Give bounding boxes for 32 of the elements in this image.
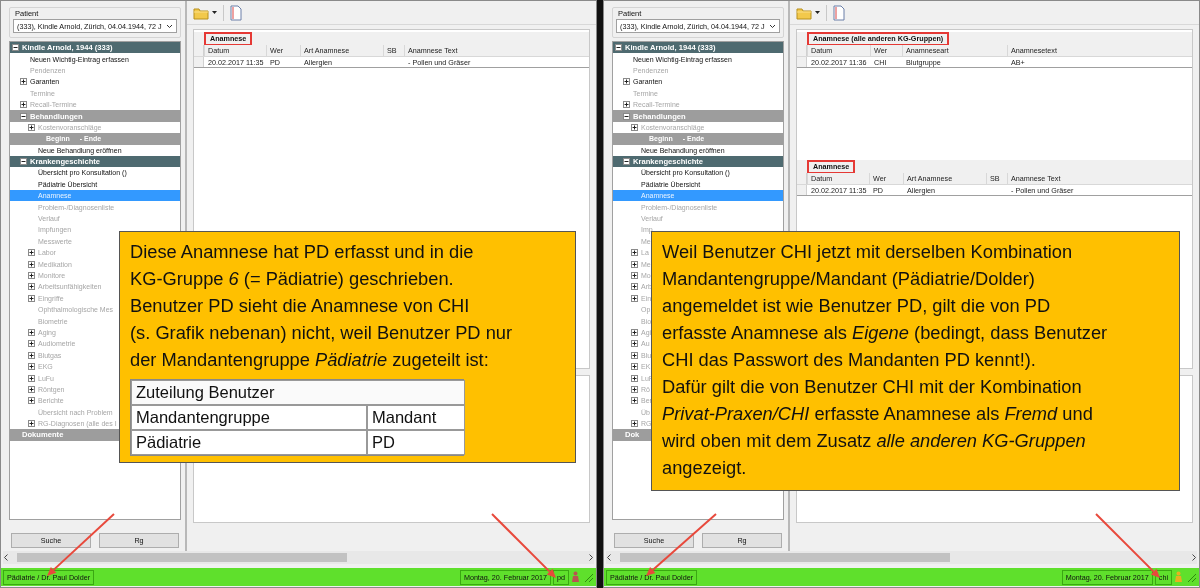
- caret-icon[interactable]: [212, 11, 217, 14]
- expand-icon[interactable]: [20, 78, 27, 86]
- resize-grip-icon[interactable]: [1185, 571, 1197, 583]
- horizontal-scrollbar[interactable]: [606, 551, 1197, 564]
- collapse-icon[interactable]: [615, 44, 622, 52]
- caret-icon[interactable]: [815, 11, 820, 14]
- scroll-left-icon[interactable]: [606, 554, 612, 561]
- horizontal-scrollbar[interactable]: [3, 551, 594, 564]
- scroll-right-icon[interactable]: [588, 554, 594, 561]
- table-cell: PD: [367, 430, 465, 455]
- collapse-icon[interactable]: [12, 44, 19, 52]
- arrow: [646, 513, 717, 576]
- document-icon[interactable]: [230, 4, 242, 21]
- collapse-icon[interactable]: [623, 158, 630, 166]
- collapse-icon[interactable]: [20, 112, 27, 120]
- column-header: Mandant: [367, 405, 465, 430]
- chevron-down-icon: [166, 23, 173, 29]
- resize-grip-icon[interactable]: [582, 571, 594, 583]
- chevron-down-icon: [769, 23, 776, 29]
- callout-text: Diese Anamnese hat PD erfasst und in die KG-Gruppe 6 (= Pädiatrie) geschrieben. Benutzer PD sieht die Anamnese von CHI (s. Grafik nebenan) nicht, weil Benutzer PD nur der Mandantengruppe Pädiatrie zugeteilt ist:: [130, 240, 514, 372]
- scroll-left-icon[interactable]: [3, 554, 9, 561]
- collapse-icon[interactable]: [20, 158, 27, 166]
- column-header: Mandantengruppe: [131, 405, 367, 430]
- document-icon[interactable]: [833, 4, 845, 21]
- arrow: [491, 513, 556, 578]
- expand-icon[interactable]: [623, 78, 630, 86]
- scroll-right-icon[interactable]: [1191, 554, 1197, 561]
- table-cell: Pädiatrie: [131, 430, 367, 455]
- table-title: Zuteilung Benutzer: [131, 380, 465, 405]
- collapse-icon[interactable]: [623, 112, 630, 120]
- callout-text: Weil Benutzer CHI jetzt mit derselben Kombination Mandantengruppe/Mandant (Pädiatrie/Dolder) angemeldet ist wie Benutzer PD, gilt die von PD erfasste Anamnese als Eigene (bedingt, dass Benutzer CHI das Passwort des Mandanten PD kennt!). Dafür gilt die von Benutzer CHI mit der Kombination Privat-Praxen/CHI erfasste Anamnese als Fremd und wird oben mit dem Zusatz alle anderen KG-Gruppen angezeigt.: [662, 240, 1109, 480]
- arrow: [1095, 513, 1160, 578]
